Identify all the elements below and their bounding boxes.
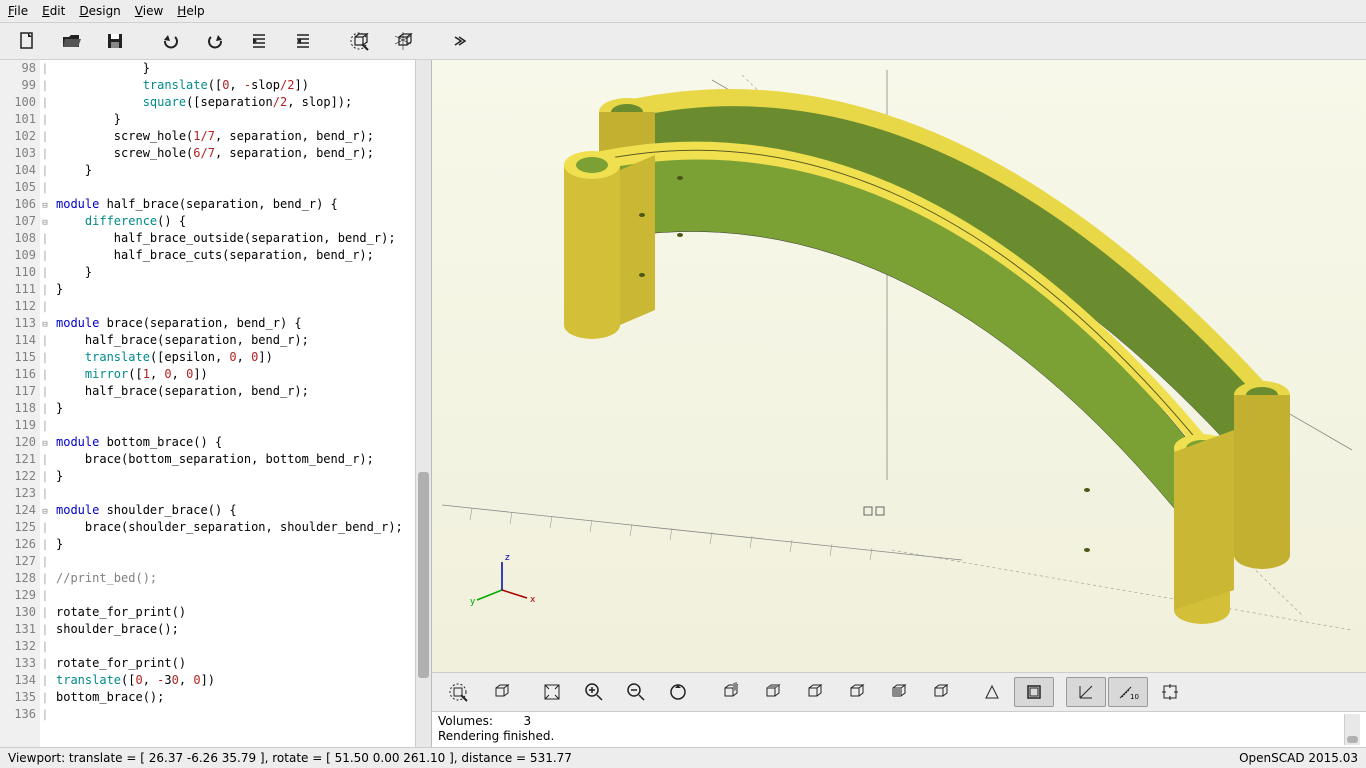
vt-orthogonal-button[interactable] (1014, 677, 1054, 707)
console: Volumes: 3 Rendering finished. (432, 711, 1366, 747)
vt-show-axes-button[interactable] (1066, 677, 1106, 707)
view-toolbar: 10 (432, 672, 1366, 711)
main-toolbar (0, 23, 1366, 60)
console-line: Volumes: 3 (438, 714, 1344, 729)
vt-render-button[interactable] (480, 677, 520, 707)
viewport-pane: y x z 10 (432, 60, 1366, 747)
svg-text:z: z (505, 553, 510, 563)
status-left: Viewport: translate = [ 26.37 -6.26 35.7… (8, 751, 572, 765)
svg-text:y: y (470, 597, 476, 607)
undo-button[interactable] (150, 27, 192, 55)
3d-viewport[interactable]: y x z (432, 60, 1366, 672)
new-button[interactable] (6, 27, 48, 55)
redo-button[interactable] (194, 27, 236, 55)
vt-preview-button[interactable] (438, 677, 478, 707)
svg-text:x: x (530, 595, 536, 605)
vt-view-back-button[interactable] (920, 677, 960, 707)
code-editor[interactable]: 9899100101102103104105106107108109110111… (0, 60, 431, 747)
vt-perspective-button[interactable] (972, 677, 1012, 707)
menu-file[interactable]: File (8, 4, 28, 18)
vt-view-bottom-button[interactable] (794, 677, 834, 707)
editor-scrollbar[interactable] (415, 60, 431, 747)
console-scrollbar[interactable] (1344, 714, 1360, 745)
menu-edit[interactable]: Edit (42, 4, 65, 18)
statusbar: Viewport: translate = [ 26.37 -6.26 35.7… (0, 747, 1366, 768)
vt-reset-view-button[interactable] (658, 677, 698, 707)
save-button[interactable] (94, 27, 136, 55)
unindent-button[interactable] (238, 27, 280, 55)
indent-button[interactable] (282, 27, 324, 55)
vt-zoom-out-button[interactable] (616, 677, 656, 707)
open-button[interactable] (50, 27, 92, 55)
vt-view-front-button[interactable] (878, 677, 918, 707)
vt-view-top-button[interactable] (752, 677, 792, 707)
vt-show-scale-button[interactable]: 10 (1108, 677, 1148, 707)
preview-button[interactable] (338, 27, 380, 55)
menu-view[interactable]: View (135, 4, 163, 18)
console-line: Rendering finished. (438, 729, 1344, 744)
main-area: 9899100101102103104105106107108109110111… (0, 60, 1366, 747)
vt-view-right-button[interactable] (710, 677, 750, 707)
svg-text:10: 10 (1130, 693, 1139, 701)
status-right: OpenSCAD 2015.03 (1239, 751, 1358, 765)
editor-pane: 9899100101102103104105106107108109110111… (0, 60, 432, 747)
vt-show-crosshair-button[interactable] (1150, 677, 1190, 707)
vt-view-left-button[interactable] (836, 677, 876, 707)
menu-design[interactable]: Design (79, 4, 120, 18)
toolbar-expand-button[interactable] (438, 27, 480, 55)
menubar: File Edit Design View Help (0, 0, 1366, 23)
vt-zoom-fit-button[interactable] (532, 677, 572, 707)
render-button[interactable] (382, 27, 424, 55)
menu-help[interactable]: Help (177, 4, 204, 18)
vt-zoom-in-button[interactable] (574, 677, 614, 707)
